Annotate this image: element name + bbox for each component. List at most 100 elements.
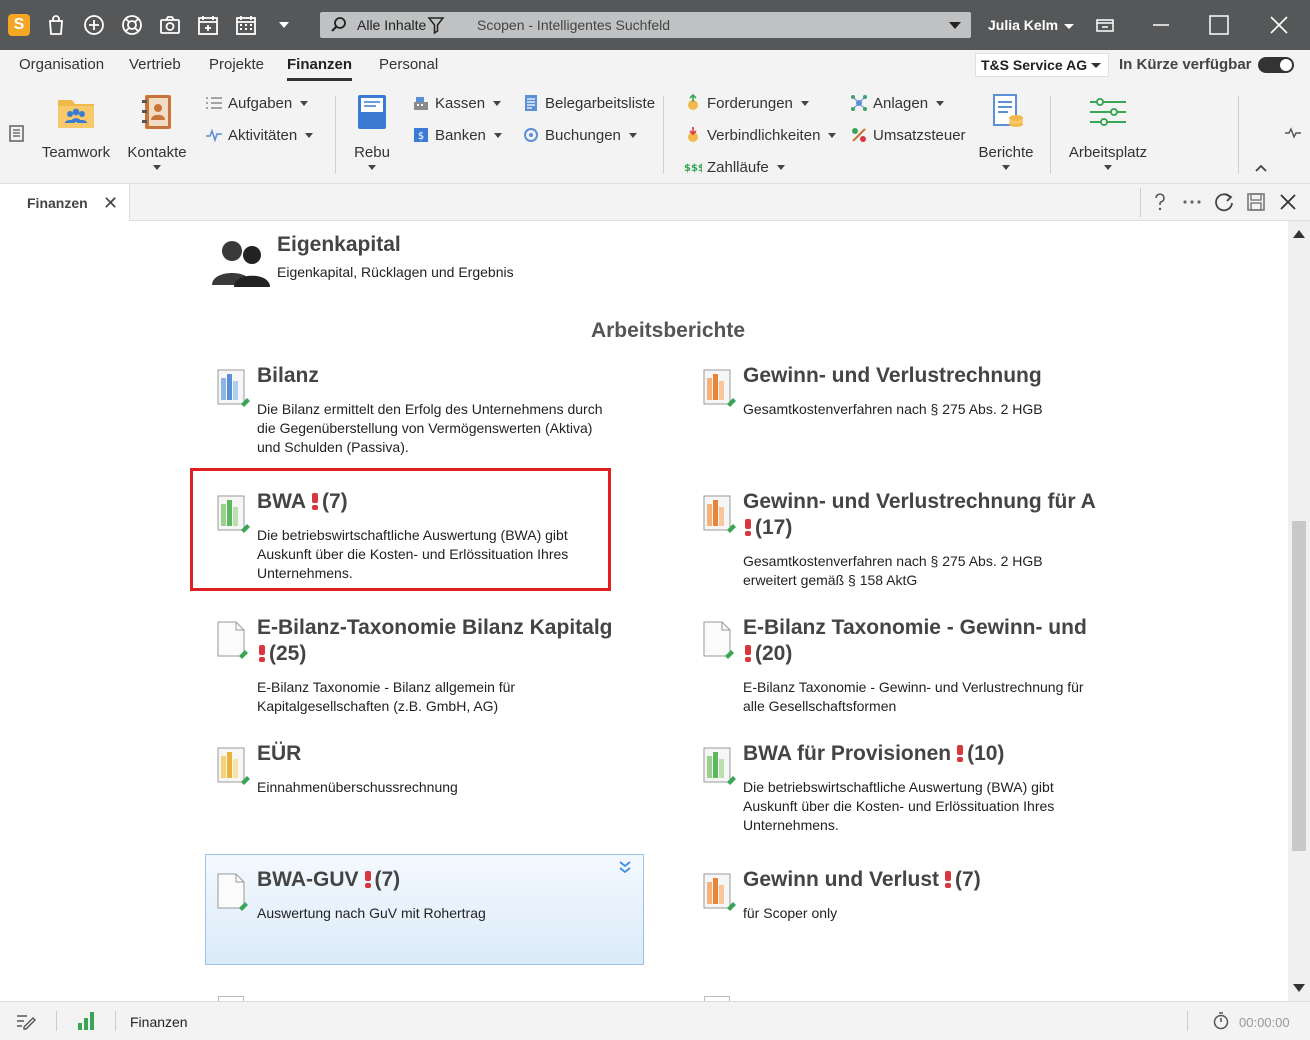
save-icon[interactable] xyxy=(1245,191,1267,213)
report-count: (25) xyxy=(269,642,307,665)
reports-icon xyxy=(993,94,1023,127)
aktivitaeten-button[interactable]: Aktivitäten xyxy=(205,124,314,146)
equity-description: Eigenkapital, Rücklagen und Ergebnis xyxy=(277,264,514,280)
report-count: (7) xyxy=(955,868,981,891)
belegarbeitsliste-button[interactable]: Belegarbeitsliste xyxy=(522,92,655,114)
app-logo[interactable]: S xyxy=(8,14,30,36)
tab-projekte[interactable]: Projekte xyxy=(209,56,264,73)
report-description: Die Bilanz ermittelt den Erfolg des Unte… xyxy=(257,401,603,455)
contact-book-icon xyxy=(142,95,171,129)
team-folder-icon xyxy=(58,100,94,128)
buchungen-button[interactable]: Buchungen xyxy=(522,124,637,146)
arbeitsplatz-button[interactable]: Arbeitsplatz xyxy=(1068,92,1148,170)
ribbon-separator xyxy=(335,96,336,174)
verbindlichkeiten-button[interactable]: Verbindlichkeiten xyxy=(684,124,837,146)
report-chart-yellow-icon xyxy=(217,747,250,785)
report-title: BWA xyxy=(257,490,306,513)
maximize-icon[interactable] xyxy=(1206,12,1232,38)
chevron-down-icon xyxy=(776,164,785,170)
anlagen-button[interactable]: Anlagen xyxy=(850,92,945,114)
equity-people-icon xyxy=(212,241,270,287)
belegarbeitsliste-label: Belegarbeitsliste xyxy=(545,94,656,112)
doc-tab-finanzen[interactable]: Finanzen ✕ xyxy=(0,184,130,221)
pulse-panel-icon[interactable] xyxy=(1284,126,1302,143)
scroll-down-arrow-icon[interactable] xyxy=(1293,984,1305,992)
tab-personal[interactable]: Personal xyxy=(379,56,438,73)
smart-search-field[interactable]: Alle Inhalte Scopen - Intelligentes Such… xyxy=(320,12,971,38)
rebu-book-icon xyxy=(358,95,386,129)
chevron-down-icon xyxy=(493,132,502,138)
quick-access-dropdown-icon[interactable] xyxy=(272,13,296,37)
berichte-button[interactable]: Berichte xyxy=(976,92,1036,170)
bookings-gear-icon xyxy=(524,128,538,142)
help-icon[interactable] xyxy=(1149,191,1171,213)
user-menu-caret-icon[interactable] xyxy=(1064,24,1074,29)
zahllaeufe-label: Zahlläufe xyxy=(707,158,769,176)
teamwork-button[interactable]: Teamwork xyxy=(40,92,112,161)
notes-edit-icon[interactable] xyxy=(16,1012,36,1033)
calendar-add-icon[interactable] xyxy=(196,13,220,37)
banken-button[interactable]: $ Banken xyxy=(412,124,502,146)
report-title: Gewinn- und Verlustrechnung für A xyxy=(743,490,1096,513)
ribbon-separator xyxy=(1238,96,1239,174)
chevron-down-icon xyxy=(800,100,809,106)
cash-register-icon xyxy=(414,97,428,110)
more-options-icon[interactable] xyxy=(1181,191,1203,213)
collapse-ribbon-icon[interactable] xyxy=(1254,160,1268,176)
berichte-label: Berichte xyxy=(978,144,1034,161)
report-chart-orange-icon xyxy=(703,873,736,911)
payment-runs-icon: $$$ xyxy=(684,163,702,174)
tab-vertrieb[interactable]: Vertrieb xyxy=(129,56,181,73)
warning-exclamation-icon xyxy=(957,745,964,762)
user-name[interactable]: Julia Kelm xyxy=(988,17,1058,33)
vertical-scrollbar[interactable] xyxy=(1288,221,1310,1001)
restore-layout-icon[interactable] xyxy=(1092,12,1118,38)
ribbon-sidepanel-icon[interactable] xyxy=(8,124,26,147)
chevron-down-icon xyxy=(936,100,945,106)
kassen-button[interactable]: Kassen xyxy=(412,92,502,114)
stopwatch-icon[interactable] xyxy=(1212,1012,1230,1033)
expand-double-chevron-icon[interactable] xyxy=(619,860,631,874)
zahllaeufe-button[interactable]: $$$ Zahlläufe xyxy=(684,156,785,178)
camera-icon[interactable] xyxy=(158,13,182,37)
report-count: (20) xyxy=(755,642,793,665)
task-list-icon xyxy=(206,97,222,109)
signal-bars-icon[interactable] xyxy=(76,1011,96,1034)
add-circle-icon[interactable] xyxy=(82,13,106,37)
chevron-down-icon xyxy=(828,132,837,138)
equity-title[interactable]: Eigenkapital xyxy=(277,233,401,257)
filter-icon[interactable] xyxy=(427,15,445,35)
report-description: Einnahmenüberschussrechnung xyxy=(257,779,458,795)
report-description: Die betriebswirtschaftliche Auswertung (… xyxy=(257,527,569,581)
help-lifebuoy-icon[interactable] xyxy=(120,13,144,37)
anlagen-label: Anlagen xyxy=(873,94,929,112)
rebu-button[interactable]: Rebu xyxy=(350,92,394,170)
report-title: EÜR xyxy=(257,742,302,765)
aufgaben-button[interactable]: Aufgaben xyxy=(205,92,309,114)
scroll-up-arrow-icon[interactable] xyxy=(1293,230,1305,238)
report-title: BWA für Provisionen xyxy=(743,742,952,765)
scrollbar-thumb[interactable] xyxy=(1292,521,1306,851)
report-title: E-Bilanz Taxonomie - Gewinn- und xyxy=(743,616,1087,639)
umsatzsteuer-button[interactable]: Umsatzsteuer xyxy=(850,124,966,146)
calendar-grid-icon[interactable] xyxy=(234,13,258,37)
close-view-icon[interactable] xyxy=(1277,191,1299,213)
refresh-icon[interactable] xyxy=(1213,191,1235,213)
chevron-down-icon xyxy=(628,132,637,138)
company-selector[interactable]: T&S Service AG xyxy=(975,53,1109,77)
close-window-icon[interactable] xyxy=(1266,12,1292,38)
search-scope[interactable]: Alle Inhalte xyxy=(357,17,426,33)
tab-finanzen[interactable]: Finanzen xyxy=(287,56,353,81)
chevron-down-icon xyxy=(493,100,502,106)
forderungen-button[interactable]: Forderungen xyxy=(684,92,809,114)
minimize-icon[interactable] xyxy=(1148,12,1174,38)
availability-toggle[interactable] xyxy=(1258,57,1294,73)
report-count: (7) xyxy=(374,868,401,891)
kontakte-button[interactable]: Kontakte xyxy=(126,92,188,170)
chevron-down-icon[interactable] xyxy=(949,22,961,29)
tab-organisation[interactable]: Organisation xyxy=(19,56,104,73)
close-tab-icon[interactable]: ✕ xyxy=(103,193,118,214)
arbeitsplatz-label: Arbeitsplatz xyxy=(1068,144,1148,161)
status-separator xyxy=(115,1011,116,1031)
shopping-bag-icon[interactable] xyxy=(44,13,68,37)
